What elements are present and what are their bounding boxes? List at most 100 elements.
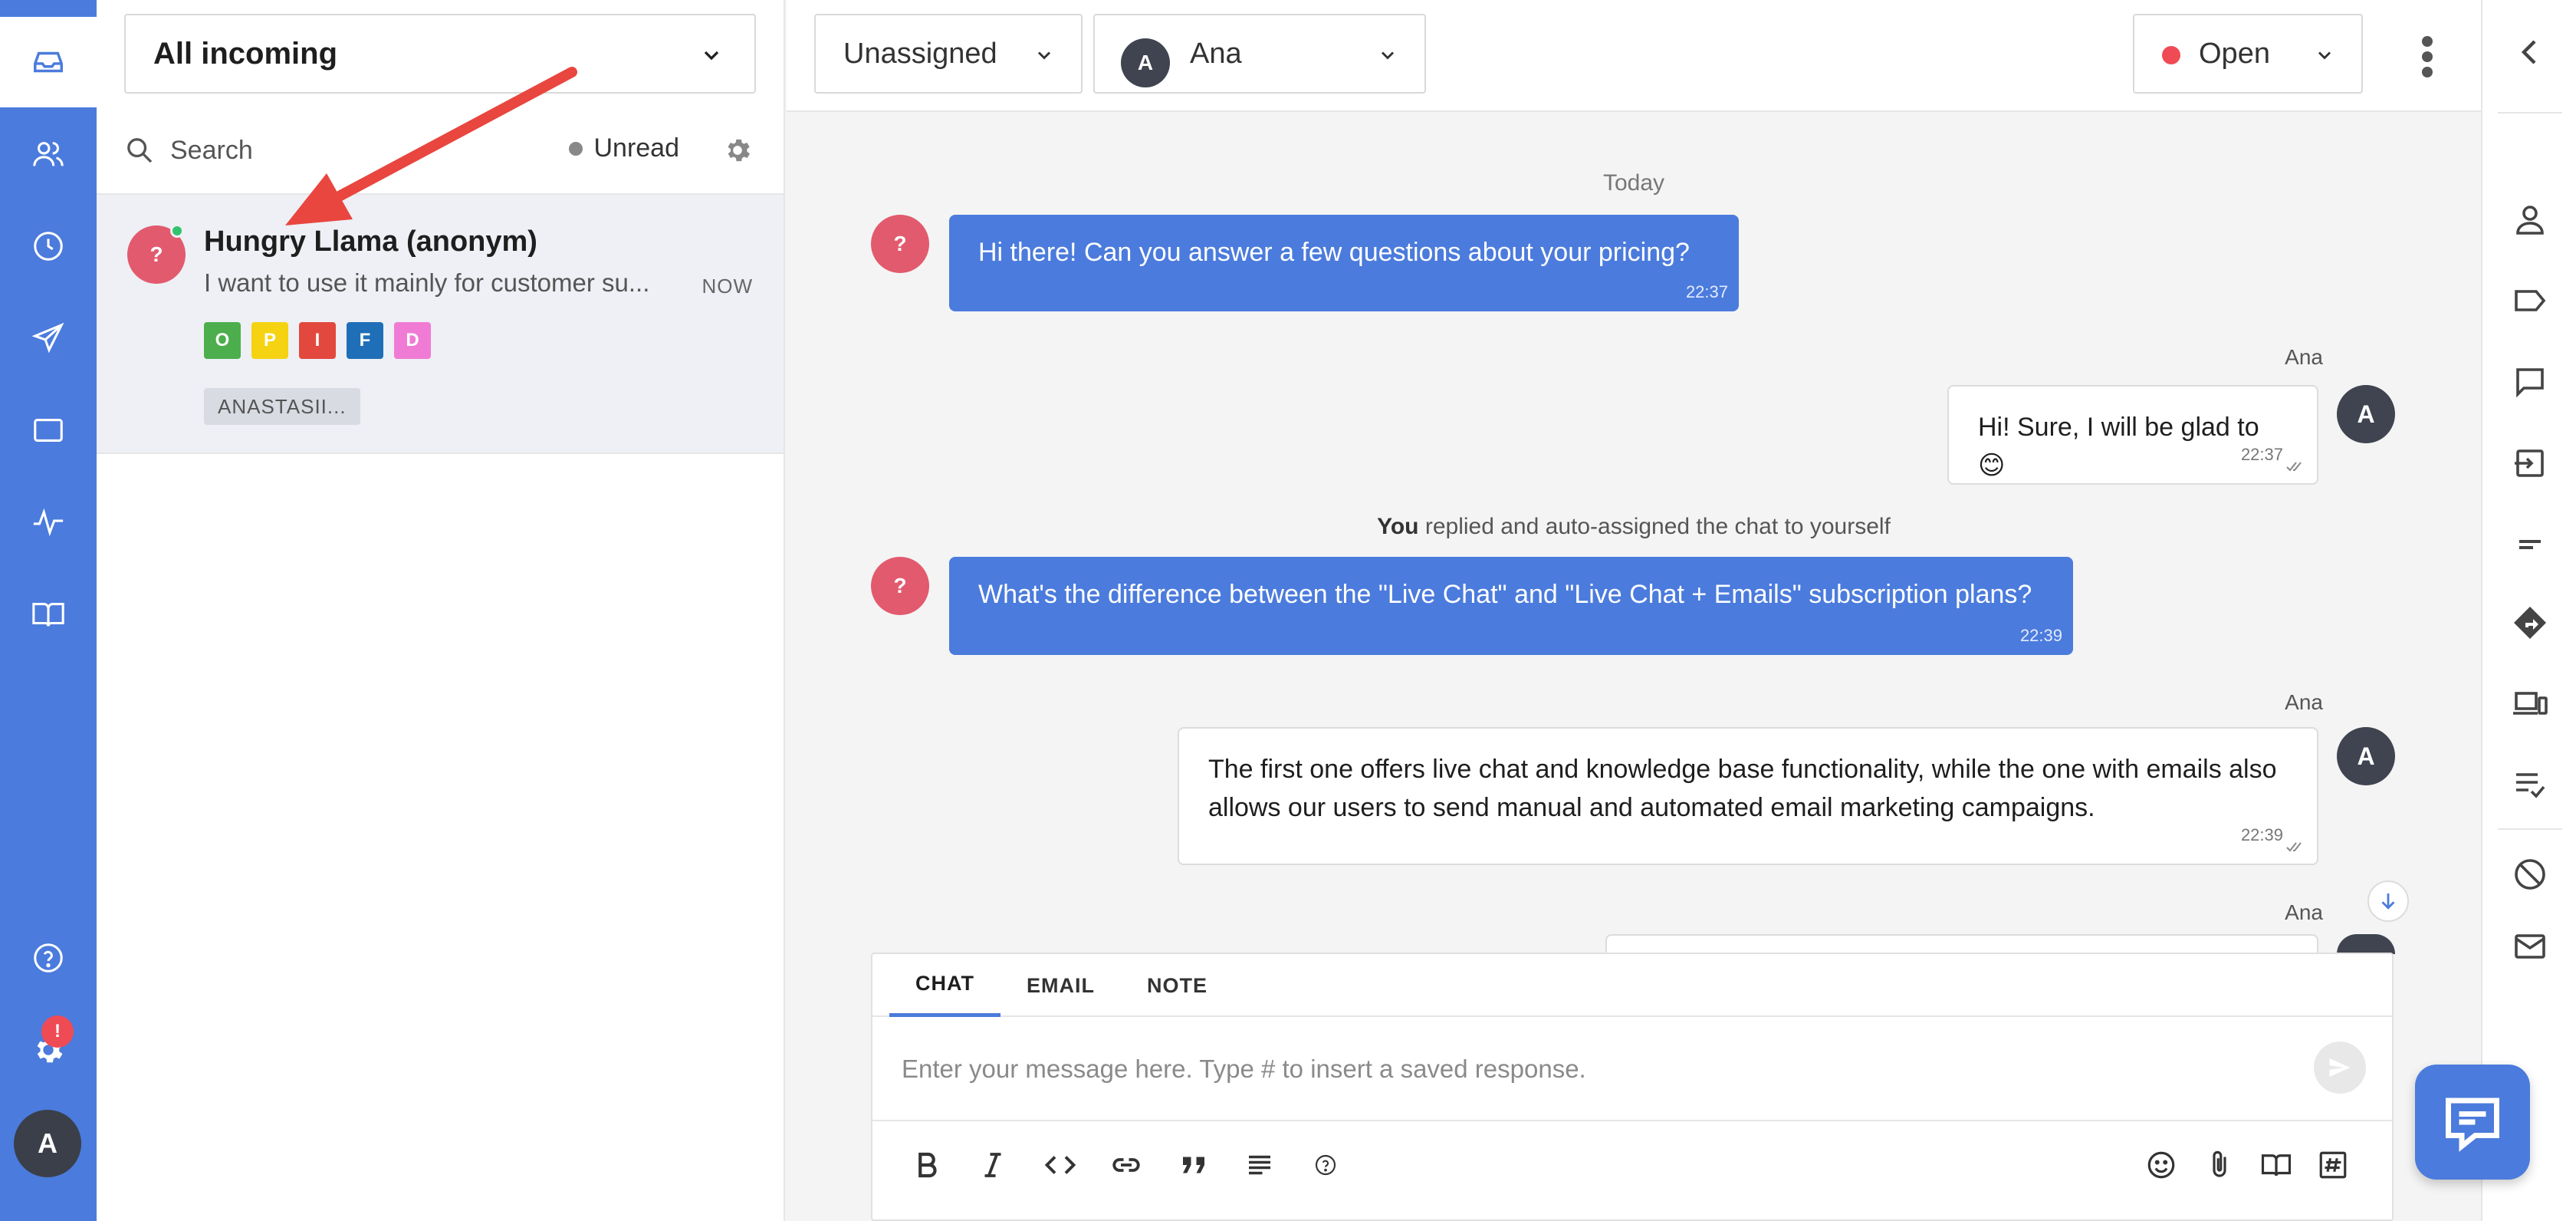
- message-time: 22:39: [2240, 825, 2283, 844]
- paperclip-icon: [2213, 1150, 2226, 1177]
- knowledge-base-button[interactable]: [2257, 1146, 2295, 1184]
- assignment-dropdown[interactable]: Unassigned: [814, 14, 1083, 94]
- list-settings-gear-icon[interactable]: [722, 135, 753, 166]
- tab-note[interactable]: NOTE: [1121, 954, 1234, 1017]
- agent-avatar-partial: [2337, 934, 2395, 954]
- status-label: Open: [2199, 37, 2270, 70]
- align-button[interactable]: [1240, 1146, 1279, 1184]
- quote-icon: [1183, 1157, 1204, 1173]
- message-text: Hi there! Can you answer a few questions…: [978, 238, 1690, 267]
- conversation-header: Unassigned A Ana Open: [787, 0, 2481, 112]
- search-icon: [127, 138, 153, 163]
- conversation-tags: O P I F D: [204, 322, 431, 359]
- user-avatar[interactable]: A: [14, 1110, 81, 1177]
- system-message-actor: You: [1377, 514, 1419, 539]
- email-icon[interactable]: [2512, 928, 2548, 965]
- attach-button[interactable]: [2200, 1146, 2239, 1184]
- message-text: Hi! Sure, I will be glad to 😊: [1978, 413, 2259, 480]
- system-message-text: replied and auto-assigned the chat to yo…: [1418, 514, 1891, 539]
- history-icon: [34, 232, 63, 261]
- send-icon: [31, 322, 64, 354]
- emoji-icon: [2147, 1151, 2175, 1179]
- chevron-down-icon: [2318, 51, 2331, 60]
- annotation-arrow: [285, 67, 577, 225]
- chevron-down-icon: [704, 51, 719, 61]
- nav-analytics[interactable]: [0, 477, 97, 568]
- italic-icon: [984, 1153, 1001, 1177]
- send-arrow-icon: [2329, 1058, 2351, 1077]
- label-tag-icon[interactable]: [2512, 282, 2548, 319]
- day-separator: Today: [1602, 170, 1665, 196]
- app-window: ! A All incoming Unread ? Hungry Llama (…: [0, 0, 2576, 1221]
- visitor-avatar: ?: [871, 557, 929, 615]
- rail-divider: [2498, 828, 2562, 830]
- checklist-icon[interactable]: [2512, 765, 2548, 802]
- nav-knowledge-base[interactable]: [0, 569, 97, 660]
- conversation-name: Hungry Llama (anonym): [204, 225, 537, 258]
- tag-badge: D: [394, 322, 431, 359]
- nav-inbox[interactable]: [0, 17, 97, 107]
- transfer-icon[interactable]: [2512, 445, 2548, 482]
- block-icon[interactable]: [2512, 856, 2548, 893]
- status-dot: [2162, 46, 2180, 64]
- nav-history[interactable]: [0, 201, 97, 291]
- tag-badge: O: [204, 322, 241, 359]
- send-button[interactable]: [2314, 1042, 2366, 1094]
- inbox-icon: [34, 51, 63, 73]
- quote-button[interactable]: [1175, 1146, 1213, 1184]
- comment-icon[interactable]: [2512, 364, 2548, 400]
- conversation-list-item[interactable]: ? Hungry Llama (anonym) I want to use it…: [97, 193, 784, 454]
- chat-bubble-icon: [2446, 1098, 2499, 1152]
- nav-help[interactable]: [0, 913, 97, 1003]
- settings-alert-badge: !: [41, 1015, 74, 1048]
- more-options-icon[interactable]: [2420, 34, 2435, 80]
- nav-campaigns[interactable]: [0, 293, 97, 383]
- agent-message-bubble: The first one offers live chat and knowl…: [1178, 727, 2318, 865]
- message-input[interactable]: [872, 1019, 2392, 1121]
- assignee-chip: ANASTASII...: [204, 388, 360, 425]
- system-message: You replied and auto-assigned the chat t…: [787, 514, 2481, 540]
- tag-badge: F: [347, 322, 383, 359]
- formatting-help-button[interactable]: [1306, 1146, 1345, 1184]
- emoji-button[interactable]: [2142, 1146, 2180, 1184]
- directions-icon[interactable]: [2512, 604, 2548, 641]
- collapse-chevron-left-icon[interactable]: [2512, 34, 2548, 71]
- visitor-message-bubble: What's the difference between the "Live …: [949, 557, 2073, 655]
- knowledge-book-icon: [32, 603, 64, 627]
- help-circle-icon: [1315, 1154, 1336, 1176]
- nav-settings[interactable]: !: [0, 1005, 97, 1095]
- tag-badge: P: [251, 322, 288, 359]
- visitor-message-bubble: Hi there! Can you answer a few questions…: [949, 215, 1739, 311]
- bold-button[interactable]: [908, 1146, 946, 1184]
- link-button[interactable]: [1107, 1146, 1145, 1184]
- agent-dropdown[interactable]: A Ana: [1093, 14, 1426, 94]
- status-dropdown[interactable]: Open: [2133, 14, 2363, 94]
- message-text: The first one offers live chat and knowl…: [1208, 755, 2277, 822]
- tab-email[interactable]: EMAIL: [1001, 954, 1121, 1017]
- chat-thread: Today ? Hi there! Can you answer a few q…: [787, 114, 2481, 1221]
- assignment-label: Unassigned: [843, 37, 997, 70]
- read-receipt-icon: [2286, 842, 2302, 852]
- scroll-to-bottom-button[interactable]: [2367, 880, 2409, 922]
- contact-person-icon[interactable]: [2512, 201, 2548, 238]
- chat-widget-button[interactable]: [2415, 1065, 2530, 1180]
- tab-chat[interactable]: CHAT: [889, 954, 1001, 1017]
- italic-button[interactable]: [974, 1146, 1012, 1184]
- saved-response-button[interactable]: [2314, 1146, 2352, 1184]
- chevron-down-icon: [1037, 51, 1051, 60]
- devices-icon[interactable]: [2512, 686, 2548, 722]
- details-rail: [2481, 0, 2576, 1221]
- composer-tabs: CHAT EMAIL NOTE: [872, 954, 2392, 1017]
- subject-lines-icon[interactable]: [2512, 526, 2548, 563]
- activity-icon: [33, 508, 64, 537]
- agent-name: Ana: [1190, 37, 1242, 70]
- arrow-down-icon: [2381, 894, 2395, 910]
- read-receipt-icon: [2286, 462, 2302, 472]
- nav-widget[interactable]: [0, 385, 97, 476]
- rail-divider: [2498, 112, 2562, 114]
- nav-contacts[interactable]: [0, 109, 97, 199]
- hashtag-note-icon: [2319, 1151, 2347, 1179]
- agent-avatar: A: [2337, 727, 2395, 785]
- code-button[interactable]: [1041, 1146, 1079, 1184]
- message-time: 22:37: [2240, 445, 2283, 464]
